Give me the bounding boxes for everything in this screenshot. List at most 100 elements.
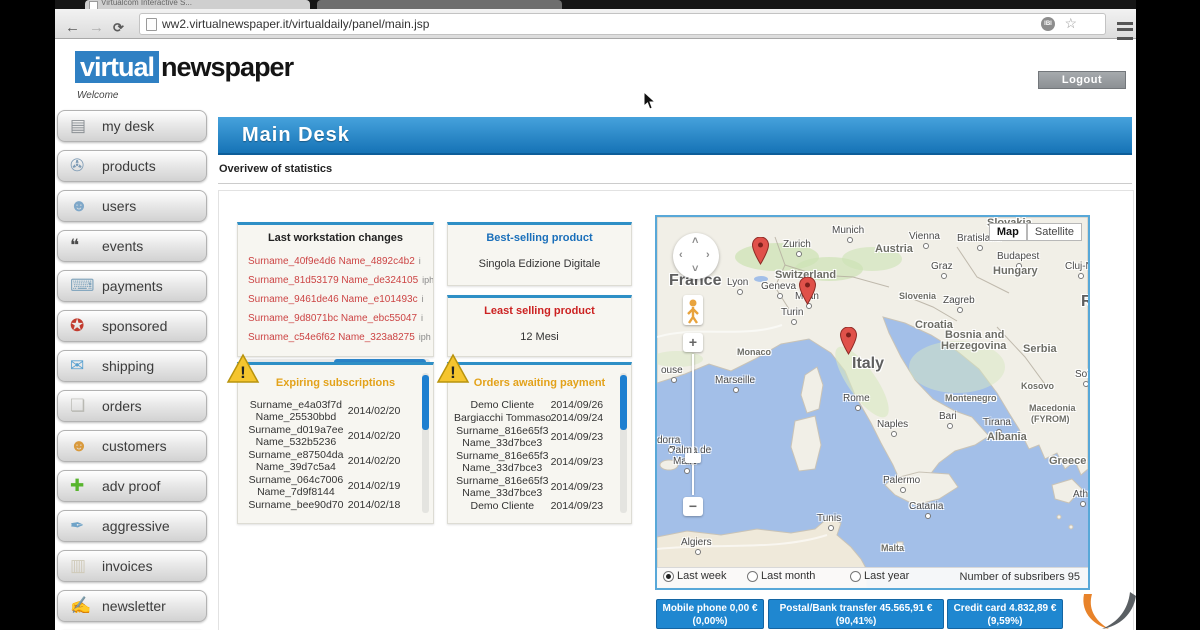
reload-button[interactable]: ⟳	[113, 21, 124, 35]
panel-orders-awaiting-payment: ! Orders awaiting payment Demo Cliente20…	[447, 362, 632, 524]
panel-title: Best-selling product	[448, 232, 631, 244]
map-label-slovenia: Slovenia	[899, 291, 936, 301]
workstation-row: Surname_9d8071bc Name_ebc55047i	[238, 307, 433, 326]
browser-toolbar: ← → ⟳ ww2.virtualnewspaper.it/virtualdai…	[55, 9, 1136, 39]
order-row: Bargiacchi Tommaso2014/09/24	[454, 412, 615, 424]
map-label-zurich: Zurich	[783, 239, 811, 250]
radio-button[interactable]	[663, 571, 674, 582]
zoom-slider-track[interactable]	[692, 354, 694, 495]
street-view-pegman-icon[interactable]	[683, 295, 703, 325]
sidebar-item-payments[interactable]: ⌨payments	[57, 270, 207, 302]
sidebar-item-orders[interactable]: ❏orders	[57, 390, 207, 422]
map-label-monaco: Monaco	[737, 347, 771, 357]
map-label--fyrom-: (FYROM)	[1031, 414, 1070, 424]
sidebar-item-aggressive[interactable]: ✒aggressive	[57, 510, 207, 542]
order-row: Demo Cliente2014/09/23	[454, 500, 615, 512]
pan-left-icon[interactable]: ‹	[679, 249, 683, 261]
panel-title: Least selling product	[448, 305, 631, 317]
back-button[interactable]: ←	[65, 21, 80, 35]
subscriber-name: Surname_064c7006Name_7d9f8144	[244, 474, 348, 498]
divider	[218, 183, 1132, 184]
row-date: 2014/02/20	[348, 455, 417, 467]
sidebar-item-users[interactable]: ☻users	[57, 190, 207, 222]
tab-favicon	[89, 1, 98, 9]
radio-button[interactable]	[747, 571, 758, 582]
app-logo: virtualnewspaper	[75, 52, 293, 83]
map-label-greece: Greece	[1049, 455, 1086, 467]
subscriber-name: Surname_e87504daName_39d7c5a4	[244, 449, 348, 473]
scrollbar-thumb[interactable]	[422, 375, 429, 430]
sidebar-item-sponsored[interactable]: ✪ sponsored	[57, 310, 207, 342]
pan-down-icon[interactable]: ˅	[692, 263, 698, 275]
sidebar-item-invoices[interactable]: ▥invoices	[57, 550, 207, 582]
map-filter-last-week[interactable]: Last week	[663, 570, 727, 582]
vertical-scrollbar[interactable]	[422, 373, 429, 513]
browser-menu-icon[interactable]	[1117, 22, 1133, 40]
map-filter-last-year[interactable]: Last year	[850, 570, 909, 582]
map-filter-last-month[interactable]: Last month	[747, 570, 815, 582]
stat-line2: (90,41%)	[769, 615, 943, 628]
sidebar-item-customers[interactable]: ☻customers	[57, 430, 207, 462]
sidebar-item-label: orders	[102, 398, 142, 414]
sidebar-item-newsletter[interactable]: ✍newsletter	[57, 590, 207, 622]
payment-stats-bar: Mobile phone 0,00 €(0,00%)Postal/Bank tr…	[655, 599, 1086, 630]
map-pin-icon[interactable]	[799, 277, 816, 305]
map-label-bari: Bari	[939, 411, 957, 422]
sidebar-item-label: payments	[102, 278, 163, 294]
plus-icon: ✚	[70, 475, 84, 497]
tab-title: Virtualcom Interactive S...	[101, 0, 192, 7]
scrollbar-thumb[interactable]	[620, 375, 627, 430]
sidebar-item-label: products	[102, 158, 156, 174]
paperclips-icon: ✇	[70, 155, 84, 177]
map-type-button-satellite[interactable]: Satellite	[1027, 223, 1082, 241]
speech-bubbles-icon: ❝	[70, 235, 79, 257]
workstation-row-suffix: i	[418, 294, 424, 304]
map-pan-control[interactable]: ˄ ˅ ‹ ›	[673, 233, 719, 279]
name-line1: Bargiacchi Tommaso	[454, 412, 551, 424]
map-pin-icon[interactable]	[840, 327, 857, 355]
pen-refresh-icon: ✍	[70, 595, 91, 617]
vertical-scrollbar[interactable]	[620, 373, 627, 513]
radio-button[interactable]	[850, 571, 861, 582]
map-type-toggle: MapSatellite	[989, 223, 1082, 241]
zoom-out-button[interactable]: −	[683, 497, 703, 516]
address-bar[interactable]: ww2.virtualnewspaper.it/virtualdaily/pan…	[139, 13, 1106, 35]
filter-label: Last week	[677, 570, 727, 582]
map-label-herzegovina: Herzegovina	[941, 340, 1006, 352]
browser-tab[interactable]: Virtualcom Interactive S...	[85, 0, 310, 9]
sidebar-item-label: sponsored	[102, 318, 167, 334]
free-tag-icon: ✪	[70, 315, 84, 337]
name-line2: Name_33d7bce3	[454, 462, 551, 474]
payment-stat-box: Postal/Bank transfer 45.565,91 €(90,41%)	[768, 599, 944, 629]
name-line1: Surname_bee90d70	[244, 499, 348, 511]
pan-up-icon[interactable]: ˄	[692, 235, 698, 247]
row-date: 2014/09/23	[551, 481, 615, 493]
map-pin-icon[interactable]	[752, 237, 769, 265]
sidebar-item-products[interactable]: ✇ products	[57, 150, 207, 182]
pan-right-icon[interactable]: ›	[706, 249, 710, 261]
sidebar-item-my-desk[interactable]: ▤my desk	[57, 110, 207, 142]
extension-badge-icon[interactable]: IBI	[1041, 17, 1055, 31]
browser-tab-inactive[interactable]	[317, 0, 562, 9]
row-date: 2014/09/23	[551, 456, 615, 468]
map-type-button-map[interactable]: Map	[989, 223, 1027, 241]
logout-button[interactable]: Logout	[1038, 71, 1126, 89]
main-header-bar: Main Desk	[218, 117, 1132, 155]
payment-stat-box: Mobile phone 0,00 €(0,00%)	[656, 599, 764, 629]
row-date: 2014/09/24	[551, 412, 615, 424]
subscriber-name: Demo Cliente	[454, 399, 551, 411]
sidebar-item-shipping[interactable]: ✉shipping	[57, 350, 207, 382]
google-map[interactable]: FranceItalyRMunichViennaBratislavaSlovak…	[655, 215, 1090, 590]
sidebar-item-adv-proof[interactable]: ✚adv proof	[57, 470, 207, 502]
zoom-in-button[interactable]: +	[683, 333, 703, 352]
forward-button[interactable]: →	[89, 21, 104, 35]
order-row: Surname_816e65f3Name_33d7bce32014/09/23	[454, 475, 615, 499]
name-line2: Name_25530bbd	[244, 411, 348, 423]
subscriber-name: Surname_816e65f3Name_33d7bce3	[454, 475, 551, 499]
map-label-lyon: Lyon	[727, 277, 748, 288]
stat-line2: (0,00%)	[657, 615, 763, 628]
map-label-palermo: Palermo	[883, 475, 920, 486]
sidebar-item-events[interactable]: ❝events	[57, 230, 207, 262]
bookmark-star-icon[interactable]: ☆	[1064, 15, 1077, 32]
zoom-slider-handle[interactable]	[685, 453, 701, 463]
